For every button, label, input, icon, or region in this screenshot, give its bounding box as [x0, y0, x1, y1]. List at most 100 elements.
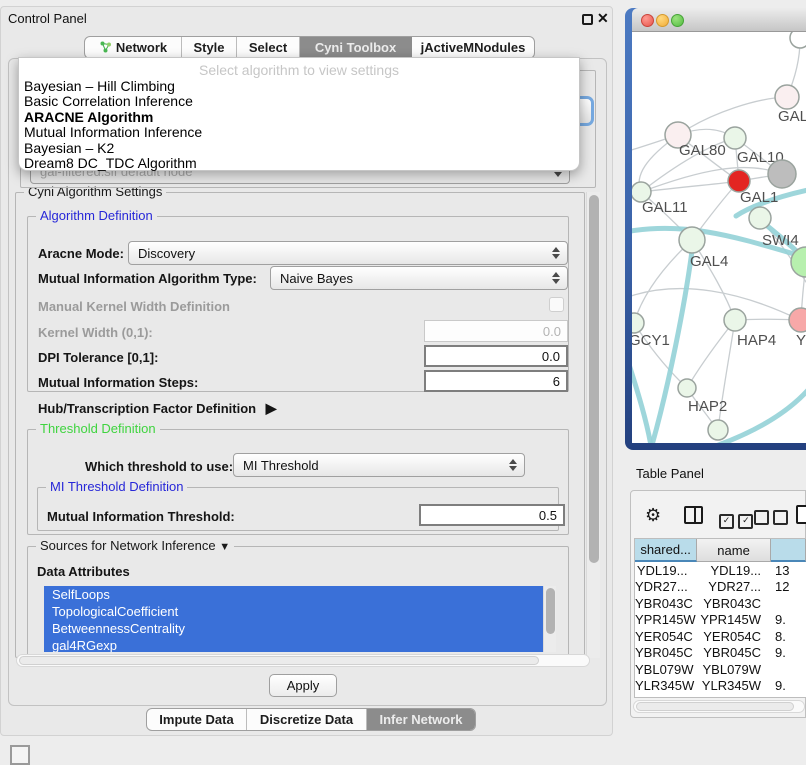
table-cell: 9.	[771, 678, 806, 693]
data-attributes-list[interactable]: SelfLoopsTopologicalCoefficientBetweenne…	[44, 586, 556, 652]
aracne-mode-label: Aracne Mode:	[38, 246, 124, 261]
mi-type-label: Mutual Information Algorithm Type:	[38, 271, 257, 286]
settings-scrollbar-thumb[interactable]	[589, 195, 599, 563]
network-node-gcy1[interactable]	[632, 313, 644, 333]
minimized-panel-icon[interactable]	[10, 745, 30, 765]
table-row[interactable]: YBL079WYBL079W	[635, 661, 806, 678]
cyni-bottom-tabs: Impute DataDiscretize DataInfer Network	[146, 708, 476, 731]
close-window-icon[interactable]: ✕	[597, 10, 609, 27]
network-node-y[interactable]	[789, 308, 806, 332]
algorithm-placeholder: Select algorithm to view settings	[19, 58, 579, 79]
network-node-hap2[interactable]	[678, 379, 696, 397]
network-window-titlebar[interactable]	[632, 8, 806, 32]
table-row[interactable]: YDR27...YDR27...12	[635, 579, 806, 596]
kernel-width-field[interactable]: 0.0	[424, 320, 568, 342]
show-columns-icon[interactable]: ✓ ✓	[719, 510, 753, 529]
table-cell: YLR345W	[697, 678, 771, 693]
tab-select[interactable]: Select	[237, 37, 300, 58]
table-hscrollbar-thumb[interactable]	[636, 702, 794, 711]
tab-network[interactable]: Network	[85, 37, 182, 58]
settings-hscrollbar[interactable]	[16, 654, 590, 667]
mi-type-combo[interactable]: Naive Bayes	[270, 266, 568, 290]
gear-icon[interactable]: ⚙	[645, 506, 661, 524]
network-canvas[interactable]: GALGAL80GAL10GAL1GAL11SWI4GAL4GCY1HAP4YH…	[632, 32, 806, 443]
network-node[interactable]	[790, 32, 806, 48]
manual-kernel-label: Manual Kernel Width Definition	[38, 299, 230, 314]
close-traffic-icon[interactable]	[641, 14, 654, 27]
threshold-definition-legend: Threshold Definition	[36, 421, 160, 436]
network-node[interactable]	[708, 420, 728, 440]
zoom-traffic-icon[interactable]	[671, 14, 684, 27]
column-header-shared[interactable]: shared...	[635, 539, 697, 562]
table-hscrollbar[interactable]	[633, 700, 805, 713]
table-row[interactable]: YBR043CYBR043C	[635, 595, 806, 612]
network-edge-highlighted	[632, 352, 652, 443]
network-edge	[687, 320, 735, 388]
table-row[interactable]: YPR145WYPR145W9.	[635, 612, 806, 629]
tab-label: Network	[116, 40, 167, 55]
network-node-gal10[interactable]	[724, 127, 746, 149]
table-row[interactable]: YER054CYER054C8.	[635, 628, 806, 645]
tab-style[interactable]: Style	[182, 37, 237, 58]
apply-button[interactable]: Apply	[269, 674, 337, 697]
table-row[interactable]: YBR045CYBR045C9.	[635, 645, 806, 662]
control-panel-title: Control Panel	[8, 11, 87, 26]
table-cell: YER054C	[635, 629, 697, 644]
table-row[interactable]: YLR345WYLR345W9.	[635, 678, 806, 695]
attribute-item-gal4rgexp[interactable]: gal4RGexp	[44, 637, 556, 652]
aracne-mode-combo[interactable]: Discovery	[128, 241, 568, 265]
minimize-traffic-icon[interactable]	[656, 14, 669, 27]
settings-hscrollbar-thumb[interactable]	[19, 656, 539, 665]
table-cell: YBR045C	[697, 645, 771, 660]
column-header-name[interactable]: name	[697, 539, 771, 562]
algorithm-option-aracne-algorithm[interactable]: ARACNE Algorithm	[19, 110, 579, 125]
new-table-icon[interactable]	[796, 505, 806, 524]
network-node-gal4[interactable]	[679, 227, 705, 253]
which-threshold-combo[interactable]: MI Threshold	[233, 453, 525, 477]
float-window-icon[interactable]	[582, 14, 593, 25]
expand-right-icon[interactable]: ▶	[266, 400, 277, 416]
node-label-gcy1: GCY1	[632, 332, 670, 349]
manual-kernel-checkbox[interactable]	[549, 297, 564, 312]
table-row[interactable]: YDL19...YDL19...13	[635, 562, 806, 579]
algorithm-option-basic-correlation-inference[interactable]: Basic Correlation Inference	[19, 94, 579, 109]
attribute-item-selfloops[interactable]: SelfLoops	[44, 586, 556, 603]
split-columns-icon[interactable]	[684, 506, 703, 524]
attributes-scrollbar[interactable]	[543, 586, 556, 652]
algorithm-option-bayesian-k2[interactable]: Bayesian – K2	[19, 141, 579, 156]
network-node-hap4[interactable]	[724, 309, 746, 331]
network-node-swi4[interactable]	[749, 207, 771, 229]
table-cell: YIL052C	[635, 695, 697, 698]
attribute-item-topologicalcoefficient[interactable]: TopologicalCoefficient	[44, 603, 556, 620]
mi-threshold-field[interactable]: 0.5	[419, 504, 565, 526]
dpi-tolerance-label: DPI Tolerance [0,1]:	[38, 350, 158, 365]
tab-label: Cyni Toolbox	[315, 40, 396, 55]
tab-infer-network[interactable]: Infer Network	[367, 709, 475, 730]
table-rows: YDL19...YDL19...13YDR27...YDR27...12YBR0…	[635, 562, 806, 698]
tab-impute-data[interactable]: Impute Data	[147, 709, 247, 730]
table-header-row: shared...name	[635, 539, 806, 562]
network-node[interactable]	[768, 160, 796, 188]
hide-columns-icon[interactable]	[754, 510, 788, 530]
sources-legend[interactable]: Sources for Network Inference ▼	[36, 538, 234, 553]
network-node-gal[interactable]	[775, 85, 799, 109]
tab-discretize-data[interactable]: Discretize Data	[247, 709, 367, 730]
mi-steps-field[interactable]: 6	[424, 370, 568, 392]
algorithm-option-mutual-information-inference[interactable]: Mutual Information Inference	[19, 125, 579, 140]
dpi-tolerance-field[interactable]: 0.0	[424, 345, 568, 367]
attributes-scrollbar-thumb[interactable]	[546, 588, 555, 634]
tab-label: Select	[249, 40, 287, 55]
tab-label: jActiveMNodules	[421, 40, 526, 55]
tab-cyni-toolbox[interactable]: Cyni Toolbox	[300, 37, 412, 58]
hub-definition-toggle[interactable]: Hub/Transcription Factor Definition ▶	[38, 400, 277, 417]
algorithm-option-dream8-dc-tdc-algorithm[interactable]: Dream8 DC_TDC Algorithm	[19, 156, 579, 171]
table-row[interactable]: YIL052CYIL052C9	[635, 694, 806, 698]
algorithm-option-bayesian-hill-climbing[interactable]: Bayesian – Hill Climbing	[19, 79, 579, 94]
table-cell: YBL079W	[697, 662, 771, 677]
column-header-cut[interactable]	[771, 539, 806, 562]
network-icon	[99, 40, 112, 56]
settings-scrollbar[interactable]	[586, 192, 600, 658]
attribute-item-betweennesscentrality[interactable]: BetweennessCentrality	[44, 620, 556, 637]
collapse-down-icon[interactable]: ▼	[219, 541, 230, 553]
tab-jactivemnodules[interactable]: jActiveMNodules	[412, 37, 534, 58]
